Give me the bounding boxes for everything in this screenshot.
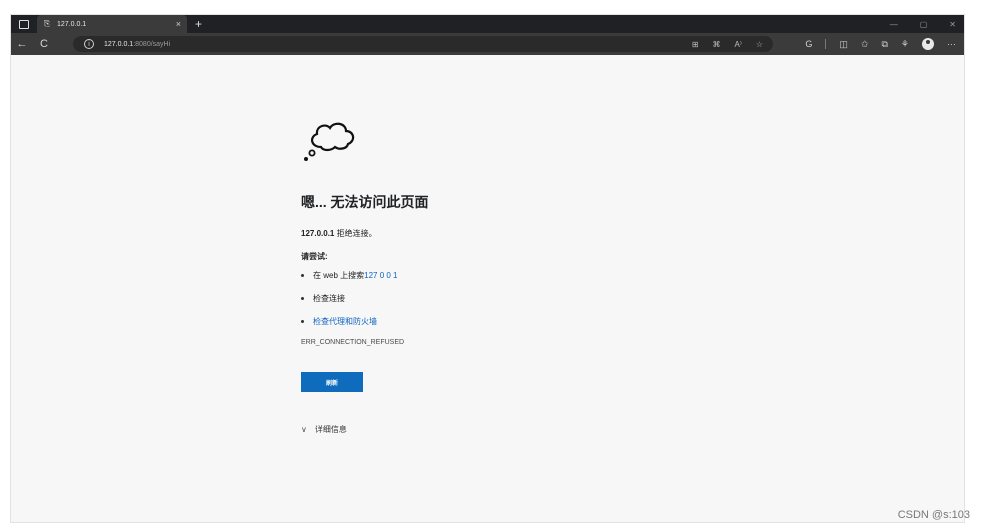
try-label: 请尝试: (301, 252, 328, 261)
error-code: ERR_CONNECTION_REFUSED (301, 339, 405, 346)
url-text[interactable]: 127.0.0.1:8080/sayHi (104, 41, 170, 48)
bullet (301, 320, 304, 323)
restore-button[interactable]: ▢ (920, 20, 928, 29)
address-bar[interactable]: i 127.0.0.1:8080/sayHi ⊞ ⌘ A⁾ ☆ (73, 36, 773, 52)
suggestion-search: 在 web 上搜索 127 0 0 1 (301, 270, 721, 281)
more-menu-icon[interactable]: ··· (947, 39, 956, 49)
address-bar-icons: ⊞ ⌘ A⁾ ☆ (692, 36, 763, 52)
tab-active[interactable]: ⎘ 127.0.0.1 × (37, 15, 187, 33)
copilot-icon[interactable]: G (805, 39, 812, 49)
error-host-suffix: 拒绝连接。 (334, 229, 377, 238)
watermark: CSDN @s:103 (897, 509, 970, 521)
page-content: 嗯... 无法访问此页面 127.0.0.1 拒绝连接。 请尝试: 在 web … (11, 55, 964, 522)
error-panel: 嗯... 无法访问此页面 127.0.0.1 拒绝连接。 请尝试: 在 web … (301, 117, 721, 435)
chevron-down-icon: ∨ (301, 425, 307, 434)
details-label: 详细信息 (314, 425, 347, 434)
suggestion-check-connection-text: 检查连接 (313, 294, 345, 303)
url-host: 127.0.0.1 (104, 40, 134, 48)
read-aloud-icon[interactable]: A⁾ (735, 40, 742, 49)
toolbar-icons: G ◫ ✩ ⧉ ⚘ ··· (805, 33, 956, 55)
error-host: 127.0.0.1 (301, 229, 335, 238)
tab-title: 127.0.0.1 (57, 20, 87, 28)
app-available-icon[interactable]: ⊞ (692, 40, 699, 49)
url-path: :8080/sayHi (133, 40, 171, 48)
suggestion-search-prefix: 在 web 上搜索 (313, 271, 365, 280)
error-description: 127.0.0.1 拒绝连接。 (301, 228, 721, 239)
suggestion-check-proxy: 检查代理和防火墙 (301, 316, 721, 327)
close-window-button[interactable]: ✕ (949, 20, 956, 29)
tab-close-icon[interactable]: × (176, 19, 181, 29)
new-tab-button[interactable]: + (195, 15, 202, 33)
bullet (301, 274, 304, 277)
toolbar: ← C i 127.0.0.1:8080/sayHi ⊞ ⌘ A⁾ ☆ G ◫ … (11, 33, 964, 55)
details-toggle[interactable]: ∨ 详细信息 (301, 424, 721, 435)
error-heading: 嗯... 无法访问此页面 (301, 194, 429, 210)
profile-avatar-icon[interactable] (922, 38, 934, 50)
suggestion-check-connection: 检查连接 (301, 293, 721, 304)
refresh-icon[interactable]: C (33, 38, 55, 50)
extensions-icon[interactable]: ⚘ (901, 39, 909, 50)
bullet (301, 297, 304, 300)
info-icon[interactable]: i (84, 39, 94, 49)
toolbar-separator (825, 39, 827, 49)
search-web-link[interactable]: 127 0 0 1 (364, 271, 397, 280)
window-controls: — ▢ ✕ (890, 15, 956, 33)
grid-icon[interactable]: ⌘ (713, 40, 721, 49)
collections-icon[interactable]: ⧉ (881, 39, 887, 50)
thought-cloud-icon (304, 122, 355, 161)
tab-manager-icon[interactable] (11, 15, 37, 33)
minimize-button[interactable]: — (890, 20, 898, 29)
tab-strip: ⎘ 127.0.0.1 × + (11, 15, 202, 33)
check-proxy-firewall-link[interactable]: 检查代理和防火墙 (313, 316, 377, 327)
browser-window: ⎘ 127.0.0.1 × + — ▢ ✕ ← C i 127.0.0.1:80… (10, 14, 965, 523)
split-screen-icon[interactable]: ◫ (839, 39, 848, 50)
page-icon: ⎘ (43, 19, 51, 28)
suggestion-list: 在 web 上搜索 127 0 0 1 检查连接 检查代理和防火墙 (301, 270, 721, 327)
favorites-list-icon[interactable]: ✩ (861, 39, 869, 50)
refresh-button[interactable]: 刷新 (301, 372, 363, 392)
favorite-star-icon[interactable]: ☆ (756, 40, 763, 49)
back-arrow-icon[interactable]: ← (11, 38, 33, 50)
title-bar: ⎘ 127.0.0.1 × + — ▢ ✕ (11, 15, 964, 33)
